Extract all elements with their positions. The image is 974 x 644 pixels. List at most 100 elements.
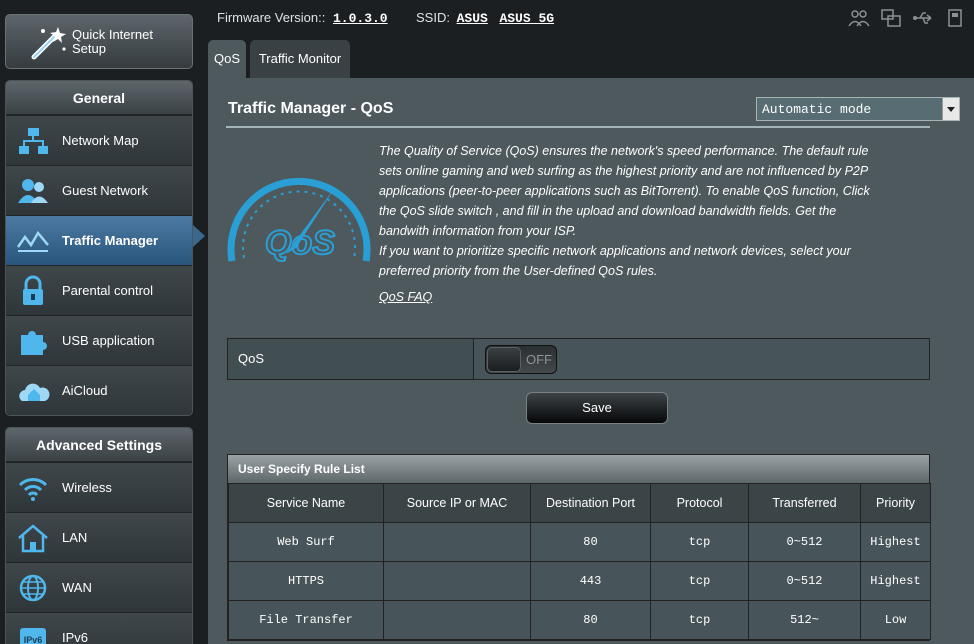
cell-priority: Low [860, 600, 931, 640]
tab-traffic-monitor[interactable]: Traffic Monitor [250, 40, 350, 78]
description-paragraph-2: If you want to prioritize specific netwo… [379, 244, 851, 278]
cell-protocol: tcp [650, 600, 749, 640]
page-title: Traffic Manager - QoS [228, 100, 394, 117]
ssid-2g-link[interactable]: ASUS [457, 11, 488, 26]
sidebar-label-aicloud: AiCloud [62, 383, 108, 398]
lock-icon [23, 275, 43, 305]
wifi-icon [18, 478, 48, 501]
cell-transferred: 512~ [748, 600, 861, 640]
magic-wand-icon [31, 27, 66, 60]
qos-description: The Quality of Service (QoS) ensures the… [379, 141, 879, 281]
sidebar-item-wireless[interactable]: Wireless [6, 462, 192, 512]
advanced-settings-header: Advanced Settings [6, 428, 192, 462]
active-nav-pointer [193, 225, 205, 247]
sidebar-item-guest-network[interactable]: Guest Network [6, 165, 192, 215]
tab-qos[interactable]: QoS [208, 40, 246, 78]
firmware-label: Firmware Version:: [217, 10, 326, 25]
qos-speedometer-icon: QoS [227, 177, 371, 263]
cell-source [383, 522, 531, 562]
sidebar-label-parental-control: Parental control [62, 283, 154, 298]
toggle-state-label: OFF [526, 352, 552, 367]
ssid-label: SSID: [416, 10, 450, 25]
qos-setting-row: QoS OFF [227, 338, 930, 380]
cell-destination-port: 80 [530, 522, 651, 562]
sidebar-label-guest-network: Guest Network [62, 183, 148, 198]
qos-toggle-switch[interactable]: OFF [485, 345, 557, 374]
user-rule-list: User Specify Rule List Service Name Sour… [227, 454, 931, 641]
table-row[interactable]: Web Surf 80 tcp 0~512 Highest [228, 522, 931, 562]
status-icons [848, 8, 966, 28]
sidebar-label-wan: WAN [62, 580, 92, 595]
quick-setup-label-line2: Setup [72, 41, 106, 56]
quick-setup-label-line1: Quick Internet [72, 27, 153, 42]
sidebar-item-ipv6[interactable]: IPv6 IPv6 [6, 612, 192, 644]
sidebar-item-usb-application[interactable]: USB application [6, 315, 192, 365]
cell-destination-port: 80 [530, 600, 651, 640]
svg-text:IPv6: IPv6 [24, 635, 43, 644]
rule-table: Service Name Source IP or MAC Destinatio… [228, 483, 931, 640]
general-menu: General Network Map Guest Network Traffi… [5, 80, 193, 416]
qos-mode-value: Automatic mode [762, 102, 872, 117]
chevron-down-icon [942, 98, 959, 120]
network-map-icon [19, 128, 48, 154]
column-header: Service Name [228, 483, 384, 523]
sidebar-item-aicloud[interactable]: AiCloud [6, 365, 192, 415]
qos-mode-select[interactable]: Automatic mode [756, 97, 960, 121]
ssid-info: SSID: ASUS ASUS_5G [416, 10, 554, 26]
cell-protocol: tcp [650, 561, 749, 601]
column-header: Priority [860, 483, 931, 523]
sidebar-label-traffic-manager: Traffic Manager [62, 233, 159, 248]
sidebar-label-network-map: Network Map [62, 133, 139, 148]
table-row[interactable]: File Transfer 80 tcp 512~ Low [228, 600, 931, 640]
devices-icon[interactable] [880, 8, 902, 28]
description-paragraph-1: The Quality of Service (QoS) ensures the… [379, 144, 870, 238]
column-header: Transferred [748, 483, 861, 523]
table-row[interactable]: HTTPS 443 tcp 0~512 Highest [228, 561, 931, 601]
save-button[interactable]: Save [526, 392, 668, 424]
cell-source [383, 600, 531, 640]
sidebar-item-traffic-manager[interactable]: Traffic Manager [6, 215, 192, 265]
qos-faq-link[interactable]: QoS FAQ [379, 290, 432, 304]
sidebar-label-usb-application: USB application [62, 333, 155, 348]
home-icon [18, 524, 48, 553]
toggle-knob [487, 347, 521, 372]
quick-internet-setup-button[interactable]: Quick Internet Setup [5, 14, 193, 69]
qos-setting-label: QoS [228, 339, 474, 379]
sidebar-item-lan[interactable]: LAN [6, 512, 192, 562]
cell-priority: Highest [860, 561, 931, 601]
cell-source [383, 561, 531, 601]
sidebar-item-network-map[interactable]: Network Map [6, 115, 192, 165]
advanced-settings-menu: Advanced Settings Wireless LAN WAN IPv6 … [5, 427, 193, 644]
cell-transferred: 0~512 [748, 522, 861, 562]
column-header: Destination Port [530, 483, 651, 523]
top-banner: Firmware Version:: 1.0.3.0 SSID: ASUS AS… [200, 0, 974, 38]
usb-icon[interactable] [912, 8, 934, 28]
cloud-house-icon [19, 383, 50, 401]
svg-text:QoS: QoS [265, 224, 335, 262]
globe-icon [19, 574, 47, 602]
printer-icon[interactable] [944, 8, 966, 28]
column-header: Source IP or MAC [383, 483, 531, 523]
cell-destination-port: 443 [530, 561, 651, 601]
ipv6-icon: IPv6 [20, 628, 46, 644]
cell-transferred: 0~512 [748, 561, 861, 601]
general-header: General [6, 81, 192, 115]
sidebar-label-lan: LAN [62, 530, 88, 545]
cell-protocol: tcp [650, 522, 749, 562]
table-header-row: Service Name Source IP or MAC Destinatio… [228, 483, 931, 523]
rule-list-title: User Specify Rule List [228, 455, 929, 483]
traffic-manager-icon [16, 230, 49, 252]
sidebar-label-ipv6: IPv6 [62, 630, 89, 644]
cell-priority: Highest [860, 522, 931, 562]
cell-service-name: File Transfer [228, 600, 384, 640]
clients-icon[interactable] [848, 8, 870, 28]
column-header: Protocol [650, 483, 749, 523]
puzzle-icon [21, 331, 47, 355]
sidebar-item-parental-control[interactable]: Parental control [6, 265, 192, 315]
main-panel: Traffic Manager - QoS Automatic mode QoS… [208, 78, 974, 644]
sidebar-label-wireless: Wireless [62, 480, 112, 495]
sidebar-item-wan[interactable]: WAN [6, 562, 192, 612]
firmware-version-link[interactable]: 1.0.3.0 [333, 11, 388, 26]
ssid-5g-link[interactable]: ASUS_5G [499, 11, 554, 26]
firmware-info: Firmware Version:: 1.0.3.0 [217, 10, 388, 26]
